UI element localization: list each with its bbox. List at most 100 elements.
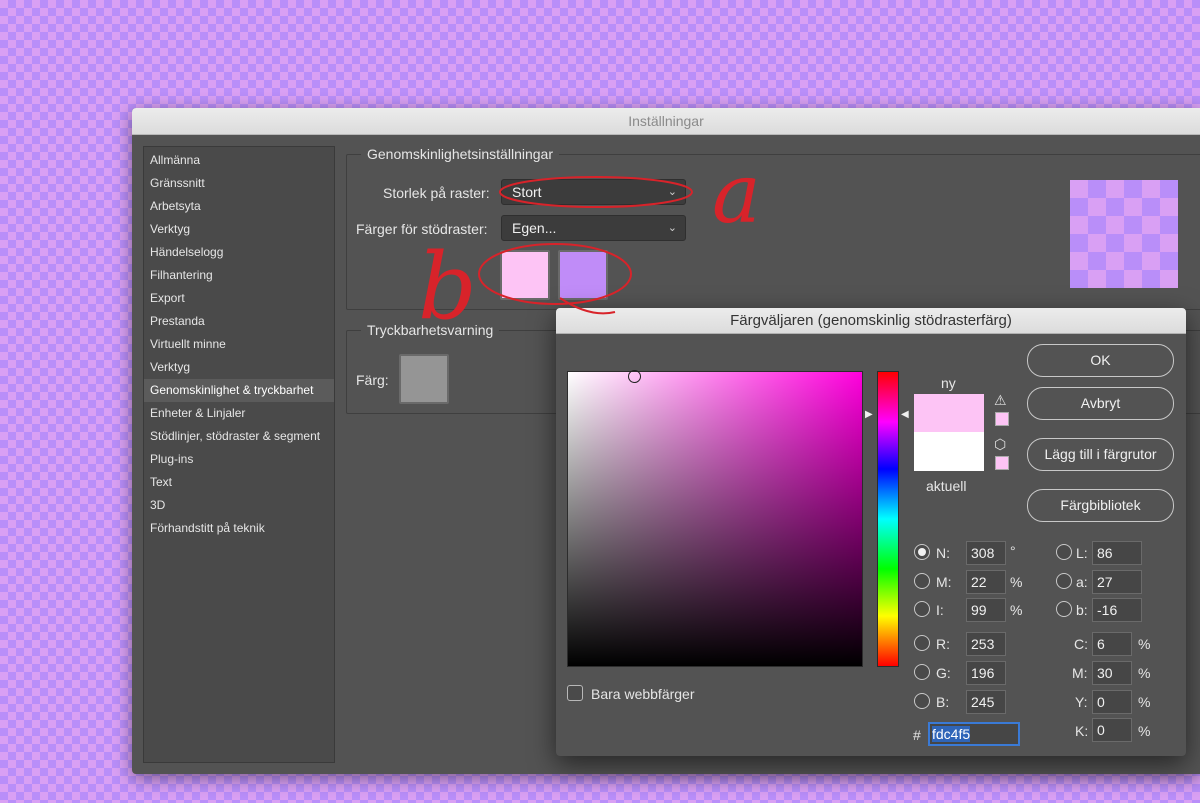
preferences-sidebar: Allmänna Gränssnitt Arbetsyta Verktyg Hä… (143, 146, 335, 763)
window-title: Inställningar (132, 108, 1200, 135)
blue-field[interactable]: 245 (966, 690, 1006, 714)
black-label: K: (1075, 723, 1089, 739)
lab-b-field[interactable]: -16 (1092, 598, 1142, 622)
green-radio[interactable] (914, 664, 930, 680)
gamut-swatch[interactable] (995, 412, 1009, 426)
grid-color-swatch-2[interactable] (558, 250, 608, 300)
chevron-down-icon: ⌄ (667, 222, 677, 234)
magenta-label: M: (1072, 665, 1088, 681)
hue-label: N: (936, 545, 950, 561)
sidebar-item-history-log[interactable]: Händelselogg (144, 241, 334, 264)
lab-b-radio[interactable] (1056, 601, 1072, 617)
grid-size-select[interactable]: Stort ⌄ (501, 179, 686, 205)
sidebar-item-transparency-gamut[interactable]: Genomskinlighet & tryckbarhet (144, 379, 334, 402)
sidebar-item-file-handling[interactable]: Filhantering (144, 264, 334, 287)
sidebar-item-performance[interactable]: Prestanda (144, 310, 334, 333)
current-color-label: aktuell (926, 478, 967, 494)
color-libraries-button[interactable]: Färgbibliotek (1027, 489, 1174, 522)
sidebar-item-workspace[interactable]: Arbetsyta (144, 195, 334, 218)
brightness-radio[interactable] (914, 601, 930, 617)
hue-slider-right-arrow-icon[interactable]: ◀ (901, 409, 909, 420)
yellow-label: Y: (1075, 694, 1088, 710)
brightness-label: I: (936, 602, 944, 618)
grid-size-value: Stort (512, 184, 542, 200)
sidebar-item-tools[interactable]: Verktyg (144, 218, 334, 241)
blue-radio[interactable] (914, 693, 930, 709)
green-field[interactable]: 196 (966, 661, 1006, 685)
add-to-swatches-button[interactable]: Lägg till i färgrutor (1027, 438, 1174, 471)
warning-icon[interactable]: ⚠ (994, 392, 1007, 409)
hue-slider-left-arrow-icon[interactable]: ▶ (865, 409, 873, 420)
gamut-warning-title: Tryckbarhetsvarning (361, 322, 500, 338)
green-label: G: (936, 665, 951, 681)
web-colors-checkbox[interactable] (567, 685, 583, 701)
sidebar-item-3d[interactable]: 3D (144, 494, 334, 517)
hue-unit: ° (1010, 543, 1016, 559)
current-color-preview[interactable] (914, 432, 984, 471)
sidebar-item-plugins[interactable]: Plug-ins (144, 448, 334, 471)
sidebar-item-scratch-disks[interactable]: Virtuellt minne (144, 333, 334, 356)
lab-a-radio[interactable] (1056, 573, 1072, 589)
lab-b-label: b: (1076, 602, 1088, 618)
brightness-field[interactable]: 99 (966, 598, 1006, 622)
color-picker-title: Färgväljaren (genomskinlig stödrasterfär… (556, 308, 1186, 334)
grid-colors-select[interactable]: Egen... ⌄ (501, 215, 686, 241)
lab-l-label: L: (1076, 545, 1088, 561)
sidebar-item-general[interactable]: Allmänna (144, 149, 334, 172)
sidebar-item-export[interactable]: Export (144, 287, 334, 310)
magenta-unit: % (1138, 665, 1151, 681)
red-field[interactable]: 253 (966, 632, 1006, 656)
web-safe-swatch[interactable] (995, 456, 1009, 470)
hex-value: fdc4f5 (932, 726, 971, 742)
new-color-preview (914, 394, 984, 432)
sidebar-item-interface[interactable]: Gränssnitt (144, 172, 334, 195)
new-color-label: ny (941, 375, 956, 391)
gamut-color-swatch[interactable] (399, 354, 449, 404)
red-radio[interactable] (914, 635, 930, 651)
black-field[interactable]: 0 (1092, 718, 1132, 742)
black-unit: % (1138, 723, 1151, 739)
saturation-brightness-field[interactable] (567, 370, 863, 667)
hue-slider[interactable] (877, 371, 899, 667)
magenta-field[interactable]: 30 (1092, 661, 1132, 685)
lab-a-field[interactable]: 27 (1092, 570, 1142, 594)
cyan-label: C: (1074, 636, 1088, 652)
grid-size-label: Storlek på raster: (383, 185, 490, 201)
cube-icon[interactable]: ⬡ (994, 436, 1006, 453)
red-label: R: (936, 636, 950, 652)
transparency-grid-preview (1070, 180, 1178, 288)
saturation-label: M: (936, 574, 952, 590)
lab-l-radio[interactable] (1056, 544, 1072, 560)
blue-label: B: (936, 694, 950, 710)
grid-color-swatch-1[interactable] (500, 250, 550, 300)
hue-field[interactable]: 308 (966, 541, 1006, 565)
hex-label: # (913, 727, 921, 743)
sidebar-item-guides-grid-slices[interactable]: Stödlinjer, stödraster & segment (144, 425, 334, 448)
yellow-unit: % (1138, 694, 1151, 710)
transparency-settings-title: Genomskinlighetsinställningar (361, 146, 559, 162)
gamut-color-label: Färg: (356, 372, 389, 388)
sidebar-item-technology-previews[interactable]: Förhandstitt på teknik (144, 517, 334, 540)
saturation-field[interactable]: 22 (966, 570, 1006, 594)
sidebar-item-units-rulers[interactable]: Enheter & Linjaler (144, 402, 334, 425)
chevron-down-icon: ⌄ (667, 186, 677, 198)
yellow-field[interactable]: 0 (1092, 690, 1132, 714)
web-colors-label: Bara webbfärger (591, 686, 695, 702)
lab-l-field[interactable]: 86 (1092, 541, 1142, 565)
grid-colors-label: Färger för stödraster: (356, 221, 488, 237)
ok-button[interactable]: OK (1027, 344, 1174, 377)
grid-colors-value: Egen... (512, 220, 557, 236)
cancel-button[interactable]: Avbryt (1027, 387, 1174, 420)
saturation-unit: % (1010, 574, 1023, 590)
cyan-unit: % (1138, 636, 1151, 652)
hex-input[interactable]: fdc4f5 (928, 722, 1020, 746)
cyan-field[interactable]: 6 (1092, 632, 1132, 656)
sidebar-item-tools-2[interactable]: Verktyg (144, 356, 334, 379)
sidebar-item-type[interactable]: Text (144, 471, 334, 494)
color-picker-dialog: Färgväljaren (genomskinlig stödrasterfär… (556, 308, 1186, 756)
brightness-unit: % (1010, 602, 1023, 618)
color-cursor[interactable] (628, 370, 641, 383)
lab-a-label: a: (1076, 574, 1088, 590)
saturation-radio[interactable] (914, 573, 930, 589)
hue-radio[interactable] (914, 544, 930, 560)
